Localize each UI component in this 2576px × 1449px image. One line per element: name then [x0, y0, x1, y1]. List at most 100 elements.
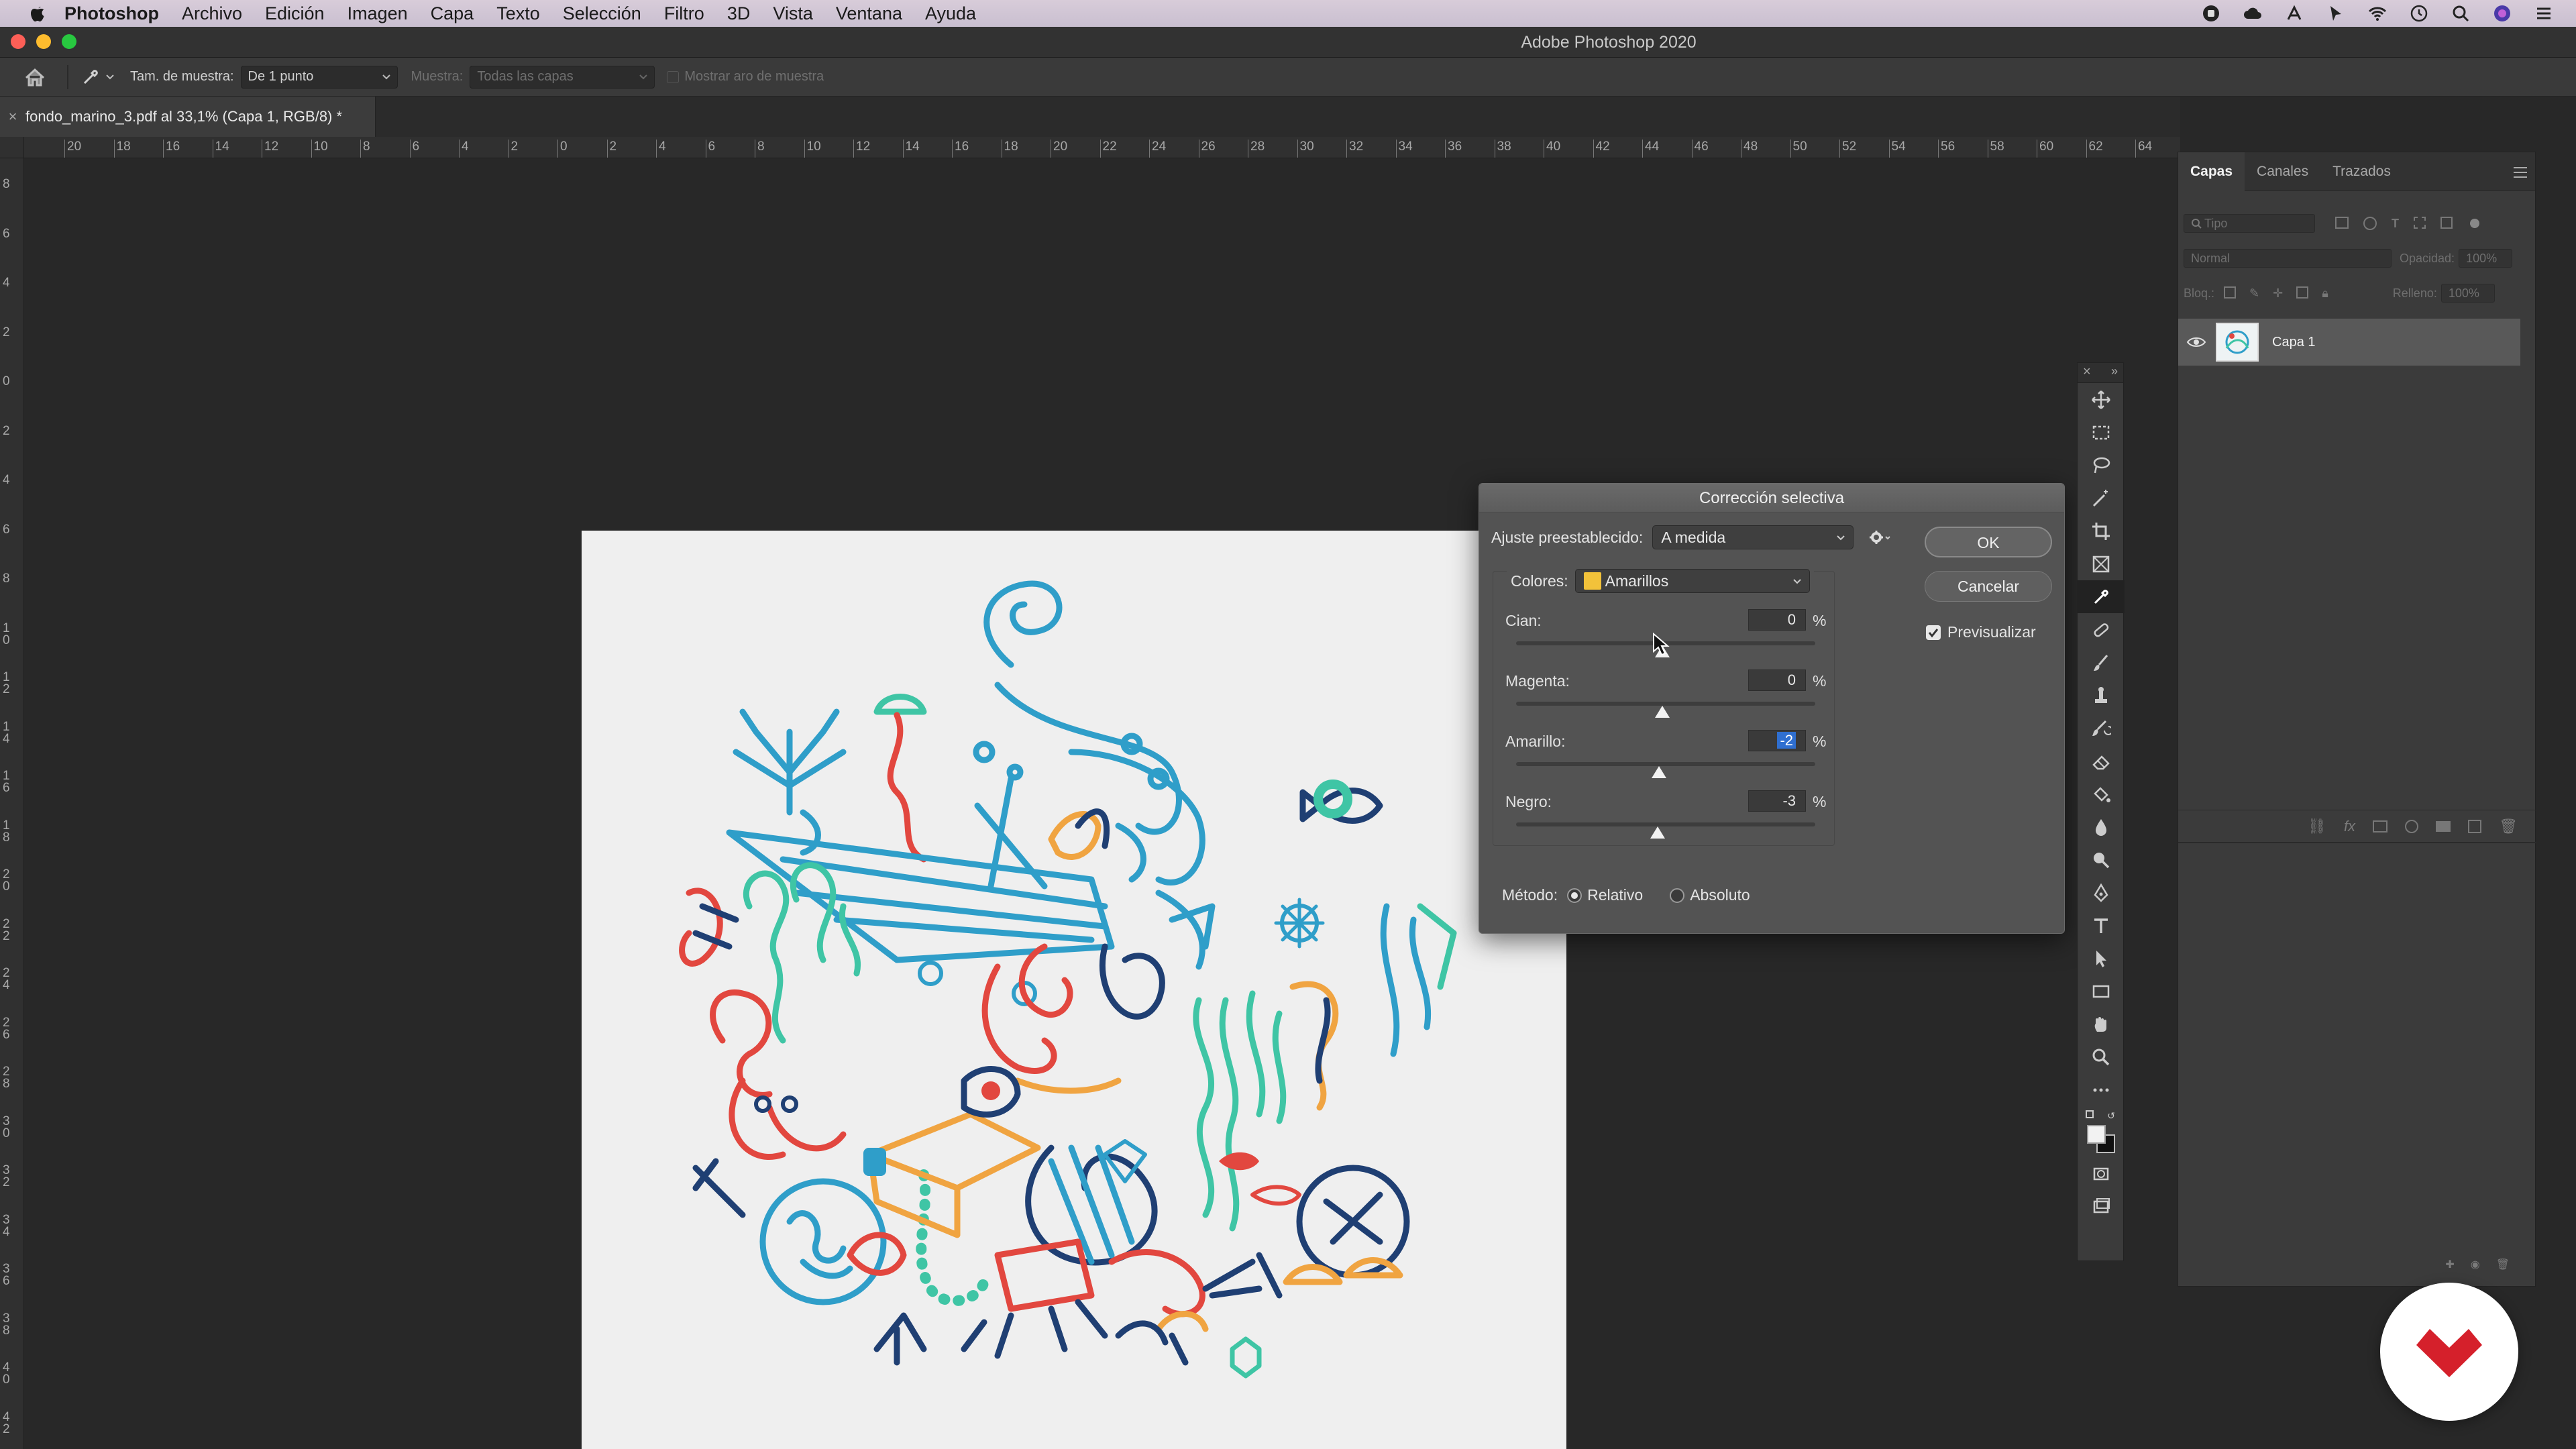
adjustment-layer-icon[interactable] [2405, 819, 2419, 833]
layer-row[interactable]: Capa 1 [2178, 319, 2520, 366]
lasso-tool-icon[interactable] [2078, 449, 2125, 482]
eyedropper-tool-preset[interactable] [80, 67, 115, 87]
foreground-color-swatch[interactable] [2087, 1125, 2106, 1144]
healing-tool-icon[interactable] [2078, 613, 2125, 646]
history-brush-tool-icon[interactable] [2078, 712, 2125, 745]
blend-mode-select[interactable]: Normal [2184, 249, 2392, 268]
frame-tool-icon[interactable] [2078, 547, 2125, 580]
expand-panel-icon[interactable]: » [2111, 364, 2118, 378]
magenta-slider-thumb[interactable] [1655, 706, 1670, 718]
preview-checkbox[interactable] [1926, 625, 1941, 640]
swap-colors-icon[interactable]: ↺ [2107, 1110, 2115, 1122]
panel-menu-icon[interactable] [2512, 166, 2528, 179]
menu-vista[interactable]: Vista [773, 3, 813, 24]
menu-ayuda[interactable]: Ayuda [925, 3, 976, 24]
default-colors-icon[interactable] [2086, 1110, 2094, 1118]
creative-cloud-icon[interactable] [2241, 1, 2265, 25]
time-machine-icon[interactable] [2407, 1, 2431, 25]
black-value-field[interactable]: -3 [1748, 790, 1806, 812]
delete-layer-icon[interactable]: 🗑︎ [2499, 818, 2518, 835]
lock-transparent-icon[interactable] [2224, 286, 2237, 299]
cancel-button[interactable]: Cancelar [1925, 571, 2052, 602]
pen-tool-icon[interactable] [2078, 876, 2125, 909]
marquee-tool-icon[interactable] [2078, 416, 2125, 449]
tab-trazados[interactable]: Trazados [2320, 152, 2403, 191]
type-tool-icon[interactable] [2078, 909, 2125, 942]
filter-toggle[interactable] [2470, 219, 2479, 228]
fill-field[interactable]: 100% [2440, 284, 2495, 303]
filter-shape-icon[interactable] [2414, 216, 2426, 229]
paint-bucket-tool-icon[interactable] [2078, 777, 2125, 810]
cursor-icon[interactable] [2324, 1, 2348, 25]
more-tool-icon[interactable] [2078, 1073, 2125, 1106]
eyedropper-tool-icon[interactable] [2078, 580, 2125, 613]
artboard[interactable] [582, 531, 1566, 1449]
control-center-icon[interactable] [2532, 1, 2556, 25]
layer-filter-select[interactable]: Tipo [2184, 214, 2315, 233]
lock-image-icon[interactable]: ✎ [2249, 286, 2259, 301]
crop-tool-icon[interactable] [2078, 515, 2125, 547]
method-relative-radio[interactable] [1567, 888, 1582, 903]
camera-icon[interactable]: ◉ [2471, 1258, 2480, 1271]
menu-3d[interactable]: 3D [727, 3, 751, 24]
menu-archivo[interactable]: Archivo [182, 3, 242, 24]
color-swatches[interactable]: ↺ [2078, 1110, 2123, 1157]
filter-pixel-icon[interactable] [2335, 216, 2349, 229]
horizontal-ruler[interactable]: 20 18 16 14 12 10 8 6 4 2 0 2 4 6 8 10 12 14 16 18 20 22 24 26 2… [24, 137, 2180, 158]
blur-tool-icon[interactable] [2078, 810, 2125, 843]
quick-mask-icon[interactable] [2078, 1157, 2125, 1190]
record-icon[interactable] [2199, 1, 2223, 25]
magenta-value-field[interactable]: 0 [1748, 669, 1806, 691]
acrobat-icon[interactable] [2282, 1, 2306, 25]
zoom-tool-icon[interactable] [2078, 1040, 2125, 1073]
show-ring-checkbox[interactable] [667, 70, 680, 83]
apple-icon[interactable] [24, 0, 51, 27]
hand-tool-icon[interactable] [2078, 1008, 2125, 1040]
new-layer-icon[interactable] [2468, 819, 2482, 833]
filter-adjustment-icon[interactable] [2363, 216, 2377, 230]
wifi-icon[interactable] [2365, 1, 2390, 25]
menu-seleccion[interactable]: Selección [563, 3, 641, 24]
filter-smart-object-icon[interactable] [2440, 216, 2453, 229]
search-icon[interactable] [2449, 1, 2473, 25]
tab-canales[interactable]: Canales [2245, 152, 2320, 191]
menu-app[interactable]: Photoshop [64, 3, 159, 24]
home-button[interactable] [15, 67, 55, 87]
yellow-value-field[interactable]: -2 [1748, 730, 1806, 751]
menu-ventana[interactable]: Ventana [836, 3, 902, 24]
yellow-slider-thumb[interactable] [1652, 766, 1666, 778]
sample-select[interactable]: Todas las capas [470, 65, 655, 89]
add-mask-icon[interactable] [2373, 820, 2388, 833]
screen-mode-icon[interactable] [2078, 1190, 2125, 1223]
new-group-icon[interactable] [2436, 820, 2451, 832]
method-absolute-radio[interactable] [1670, 888, 1685, 903]
ok-button[interactable]: OK [1925, 527, 2052, 557]
eraser-tool-icon[interactable] [2078, 745, 2125, 777]
path-select-tool-icon[interactable] [2078, 942, 2125, 975]
move-tool-icon[interactable] [2078, 383, 2125, 416]
menu-edicion[interactable]: Edición [265, 3, 325, 24]
siri-icon[interactable] [2490, 1, 2514, 25]
close-panel-icon[interactable]: × [2083, 364, 2091, 380]
colors-select[interactable]: Amarillos [1574, 569, 1810, 593]
tools-panel-header[interactable]: × » [2078, 363, 2123, 383]
vertical-ruler[interactable]: 8 6 4 2 0 2 4 6 8 10 12 14 16 18 20 22 24 26 28 30 32 34 36 38 4… [0, 158, 24, 1449]
black-slider-track[interactable] [1516, 822, 1815, 826]
stamp-tool-icon[interactable] [2078, 679, 2125, 712]
dodge-tool-icon[interactable] [2078, 843, 2125, 876]
brush-tool-icon[interactable] [2078, 646, 2125, 679]
filter-type-icon[interactable]: T [2392, 217, 2399, 231]
opacity-field[interactable]: 100% [2459, 249, 2513, 268]
lock-all-icon[interactable]: 🔒︎ [2322, 286, 2328, 301]
new-state-icon[interactable]: ✚ [2445, 1258, 2454, 1271]
delete-state-icon[interactable]: 🗑︎ [2496, 1258, 2510, 1271]
lock-artboard-icon[interactable] [2296, 286, 2309, 299]
link-layers-icon[interactable]: ⛓ [2308, 818, 2326, 835]
tab-capas[interactable]: Capas [2178, 152, 2245, 191]
preset-select[interactable]: A medida [1652, 525, 1854, 549]
close-tab-icon[interactable]: × [0, 108, 25, 125]
eye-visibility-icon[interactable] [2186, 335, 2206, 349]
sample-size-select[interactable]: De 1 punto [240, 65, 398, 89]
layer-style-fx-icon[interactable]: fx [2344, 818, 2355, 835]
lock-position-icon[interactable]: ✛ [2273, 286, 2283, 301]
